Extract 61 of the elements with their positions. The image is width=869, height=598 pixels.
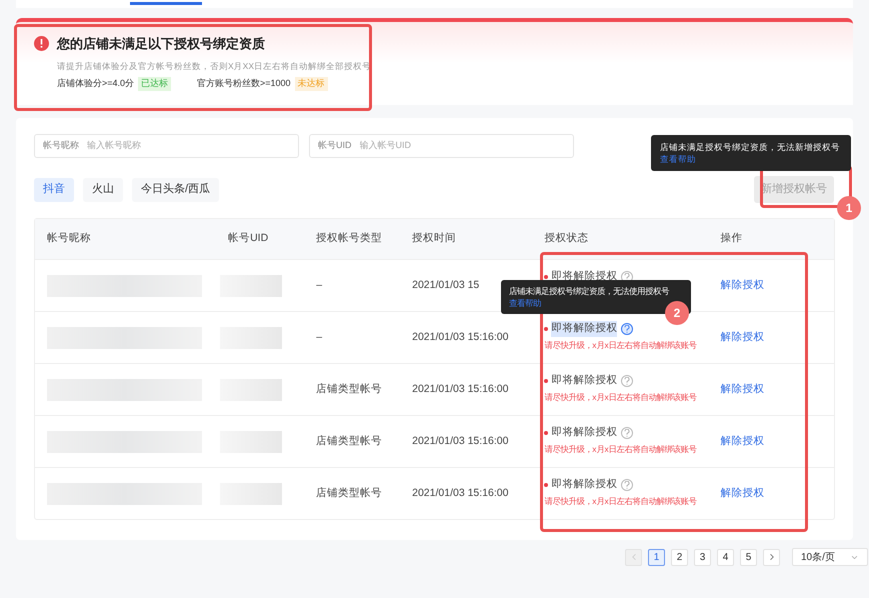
column-header: 授权状态 bbox=[544, 232, 588, 244]
platform-tab[interactable]: 抖音 bbox=[34, 178, 74, 202]
status-tag: 已达标 bbox=[138, 77, 172, 91]
search-field[interactable]: 帐号昵称 输入帐号昵称 bbox=[34, 134, 299, 158]
alert-description: 请提升店铺体验分及官方帐号粉丝数，否则X月XX日左右将自动解绑全部授权号 bbox=[57, 60, 372, 72]
help-link[interactable]: 查看帮助 bbox=[509, 298, 541, 308]
column-header: 帐号UID bbox=[228, 232, 268, 244]
table-cell: 店铺类型帐号 bbox=[316, 382, 382, 395]
revoke-link[interactable]: 解除授权 bbox=[720, 486, 764, 499]
status-hint: 请尽快升级，x月x日左右将自动解绑该账号 bbox=[544, 442, 698, 456]
page-size-select[interactable]: 10条/页 bbox=[792, 548, 868, 566]
field-label: 帐号UID bbox=[318, 139, 352, 152]
table-cell: 2021/01/03 15:16:00 bbox=[412, 330, 508, 343]
help-icon[interactable] bbox=[621, 322, 634, 335]
warning-icon bbox=[34, 36, 49, 52]
table-cell: – bbox=[316, 330, 322, 343]
alert-title: 您的店铺未满足以下授权号绑定资质 bbox=[57, 35, 265, 53]
search-input[interactable]: 输入帐号UID bbox=[360, 139, 565, 153]
platform-tab[interactable]: 今日头条/西瓜 bbox=[132, 178, 220, 202]
next-page-button[interactable] bbox=[763, 548, 780, 566]
status-text: 即将解除授权 bbox=[551, 321, 618, 337]
table-cell: 店铺类型帐号 bbox=[316, 434, 382, 447]
help-icon[interactable] bbox=[621, 426, 634, 439]
platform-tab[interactable]: 火山 bbox=[83, 178, 123, 202]
column-header: 授权帐号类型 bbox=[316, 232, 382, 244]
help-icon[interactable] bbox=[621, 374, 634, 387]
revoke-link[interactable]: 解除授权 bbox=[720, 382, 764, 395]
status-tag: 未达标 bbox=[294, 77, 328, 91]
table-cell: 2021/01/03 15:16:00 bbox=[412, 382, 508, 395]
table-cell: 2021/01/03 15:16:00 bbox=[412, 486, 508, 499]
page-button[interactable]: 1 bbox=[648, 548, 665, 566]
status-text: 即将解除授权 bbox=[551, 425, 618, 440]
field-label: 帐号昵称 bbox=[43, 139, 79, 152]
search-input[interactable]: 输入帐号昵称 bbox=[87, 139, 290, 153]
page-button[interactable]: 4 bbox=[717, 548, 734, 566]
status-text: 即将解除授权 bbox=[551, 477, 618, 492]
page-button[interactable]: 5 bbox=[740, 548, 757, 566]
help-icon[interactable] bbox=[621, 478, 634, 491]
revoke-link[interactable]: 解除授权 bbox=[720, 434, 764, 447]
annotation-marker: 1 bbox=[837, 196, 861, 220]
table-cell: – bbox=[316, 278, 322, 291]
criterion-label: 官方账号粉丝数>=1000 bbox=[197, 77, 291, 90]
revoke-link[interactable]: 解除授权 bbox=[720, 278, 764, 291]
table-cell: 2021/01/03 15:16:00 bbox=[412, 434, 508, 447]
search-field[interactable]: 帐号UID 输入帐号UID bbox=[309, 134, 574, 158]
page-button[interactable]: 3 bbox=[694, 548, 711, 566]
status-hint: 请尽快升级，x月x日左右将自动解绑该账号 bbox=[544, 494, 698, 508]
status-hint: 请尽快升级，x月x日左右将自动解绑该账号 bbox=[544, 390, 698, 404]
tooltip: 店铺未满足授权号绑定资质，无法新增授权号 查看帮助 bbox=[651, 135, 851, 171]
criterion-label: 店铺体验分>=4.0分 bbox=[57, 77, 134, 90]
page-button[interactable]: 2 bbox=[671, 548, 688, 566]
help-link[interactable]: 查看帮助 bbox=[660, 154, 696, 164]
column-header: 授权时间 bbox=[412, 232, 456, 244]
column-header: 帐号昵称 bbox=[47, 232, 91, 244]
column-header: 操作 bbox=[720, 232, 742, 244]
status-text: 即将解除授权 bbox=[551, 269, 618, 284]
revoke-link[interactable]: 解除授权 bbox=[720, 330, 764, 343]
table-cell: 2021/01/03 15 bbox=[412, 278, 480, 291]
table-cell: 店铺类型帐号 bbox=[316, 486, 382, 499]
status-text: 即将解除授权 bbox=[551, 373, 618, 388]
status-hint: 请尽快升级，x月x日左右将自动解绑该账号 bbox=[544, 338, 698, 352]
